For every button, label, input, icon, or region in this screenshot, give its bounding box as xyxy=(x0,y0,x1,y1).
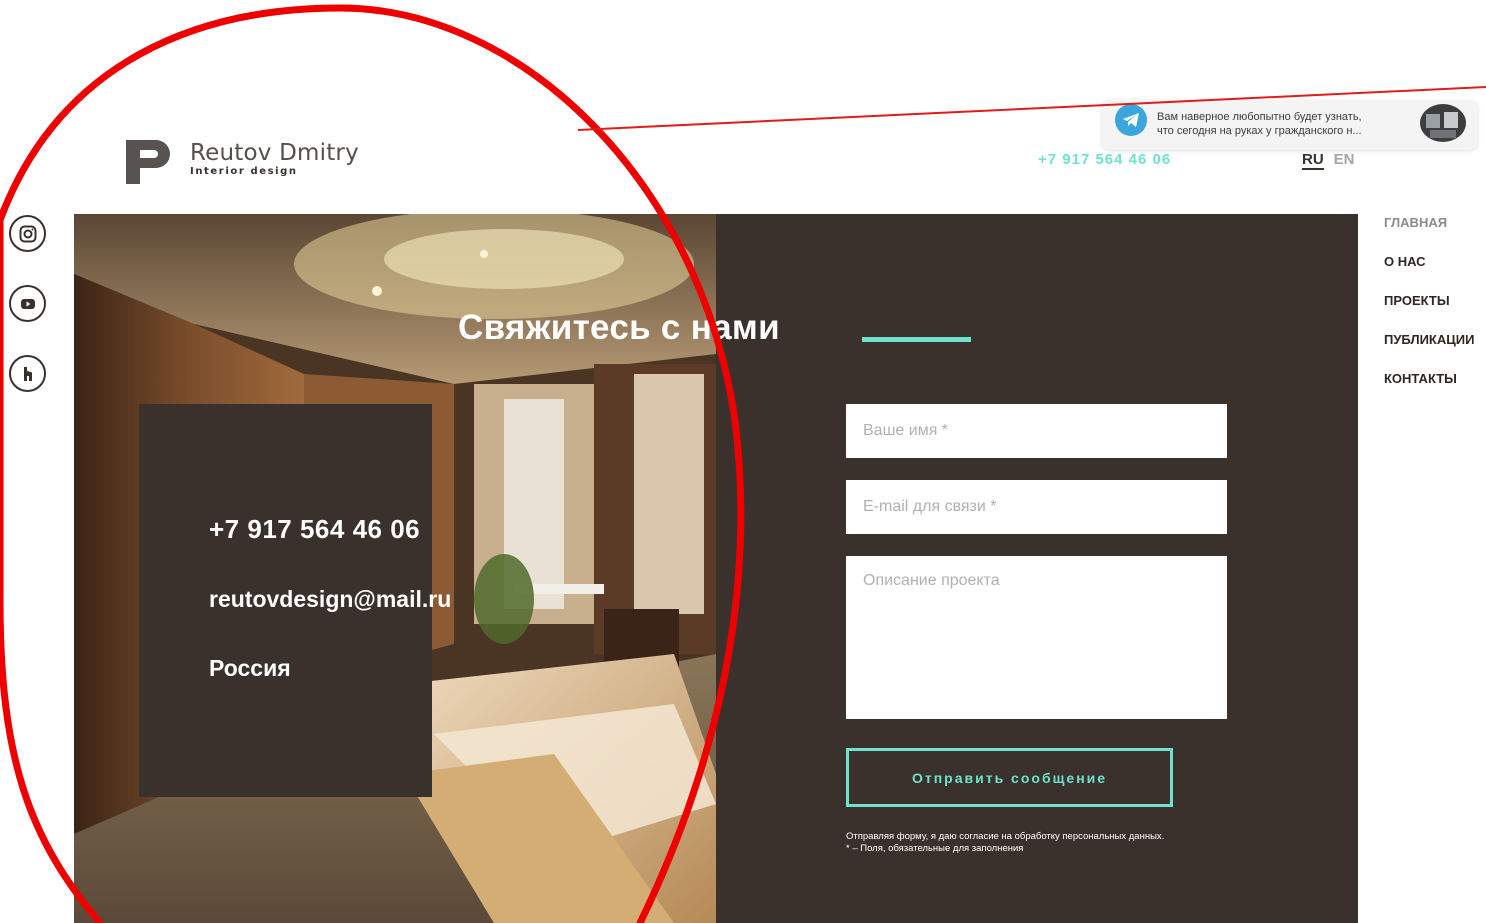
notification-text: Вам наверное любопытно будет узнать, что… xyxy=(1157,110,1417,138)
logo-r-icon xyxy=(126,140,170,184)
project-description-textarea[interactable] xyxy=(846,556,1227,719)
nav-item-home[interactable]: ГЛАВНАЯ xyxy=(1384,216,1474,230)
lang-ru-link[interactable]: RU xyxy=(1302,151,1324,170)
youtube-icon[interactable] xyxy=(9,285,46,322)
consent-note: Отправляя форму, я даю согласие на обраб… xyxy=(846,831,1164,855)
houzz-icon[interactable] xyxy=(9,355,46,392)
telegram-notification[interactable]: Вам наверное любопытно будет узнать, что… xyxy=(1102,100,1478,150)
notification-avatar xyxy=(1420,104,1466,142)
main-nav: ГЛАВНАЯ О НАС ПРОЕКТЫ ПУБЛИКАЦИИ КОНТАКТ… xyxy=(1384,216,1474,411)
consent-text: Отправляя форму, я даю согласие на обраб… xyxy=(846,831,1165,842)
required-fields-note: * – Поля, обязательные для заполнения xyxy=(846,843,1024,854)
submit-message-button[interactable]: Отправить сообщение xyxy=(846,748,1173,807)
contact-email[interactable]: reutovdesign@mail.ru xyxy=(209,586,451,613)
logo-name: Reutov Dmitry xyxy=(190,140,359,166)
notification-line-2: что сегодня на руках у гражданского н... xyxy=(1157,125,1362,137)
email-input[interactable] xyxy=(846,480,1227,534)
heading-accent-bar xyxy=(862,337,971,342)
contact-country: Россия xyxy=(209,655,291,681)
notification-line-1: Вам наверное любопытно будет узнать, xyxy=(1157,111,1362,123)
lang-en-link[interactable]: EN xyxy=(1334,151,1355,170)
nav-item-about[interactable]: О НАС xyxy=(1384,255,1474,269)
contact-phone[interactable]: +7 917 564 46 06 xyxy=(209,514,420,545)
instagram-icon[interactable] xyxy=(9,215,46,252)
nav-item-contacts[interactable]: КОНТАКТЫ xyxy=(1384,372,1474,386)
telegram-icon xyxy=(1115,104,1147,136)
name-input[interactable] xyxy=(846,404,1227,458)
header-phone-link[interactable]: +7 917 564 46 06 xyxy=(1038,151,1171,168)
nav-item-projects[interactable]: ПРОЕКТЫ xyxy=(1384,294,1474,308)
nav-item-publications[interactable]: ПУБЛИКАЦИИ xyxy=(1384,333,1474,347)
logo-subtitle: Interior design xyxy=(190,166,298,177)
page-title: Свяжитесь с нами xyxy=(458,308,780,347)
site-logo[interactable]: Reutov Dmitry Interior design xyxy=(126,138,359,184)
language-switcher: RU EN xyxy=(1302,151,1355,170)
